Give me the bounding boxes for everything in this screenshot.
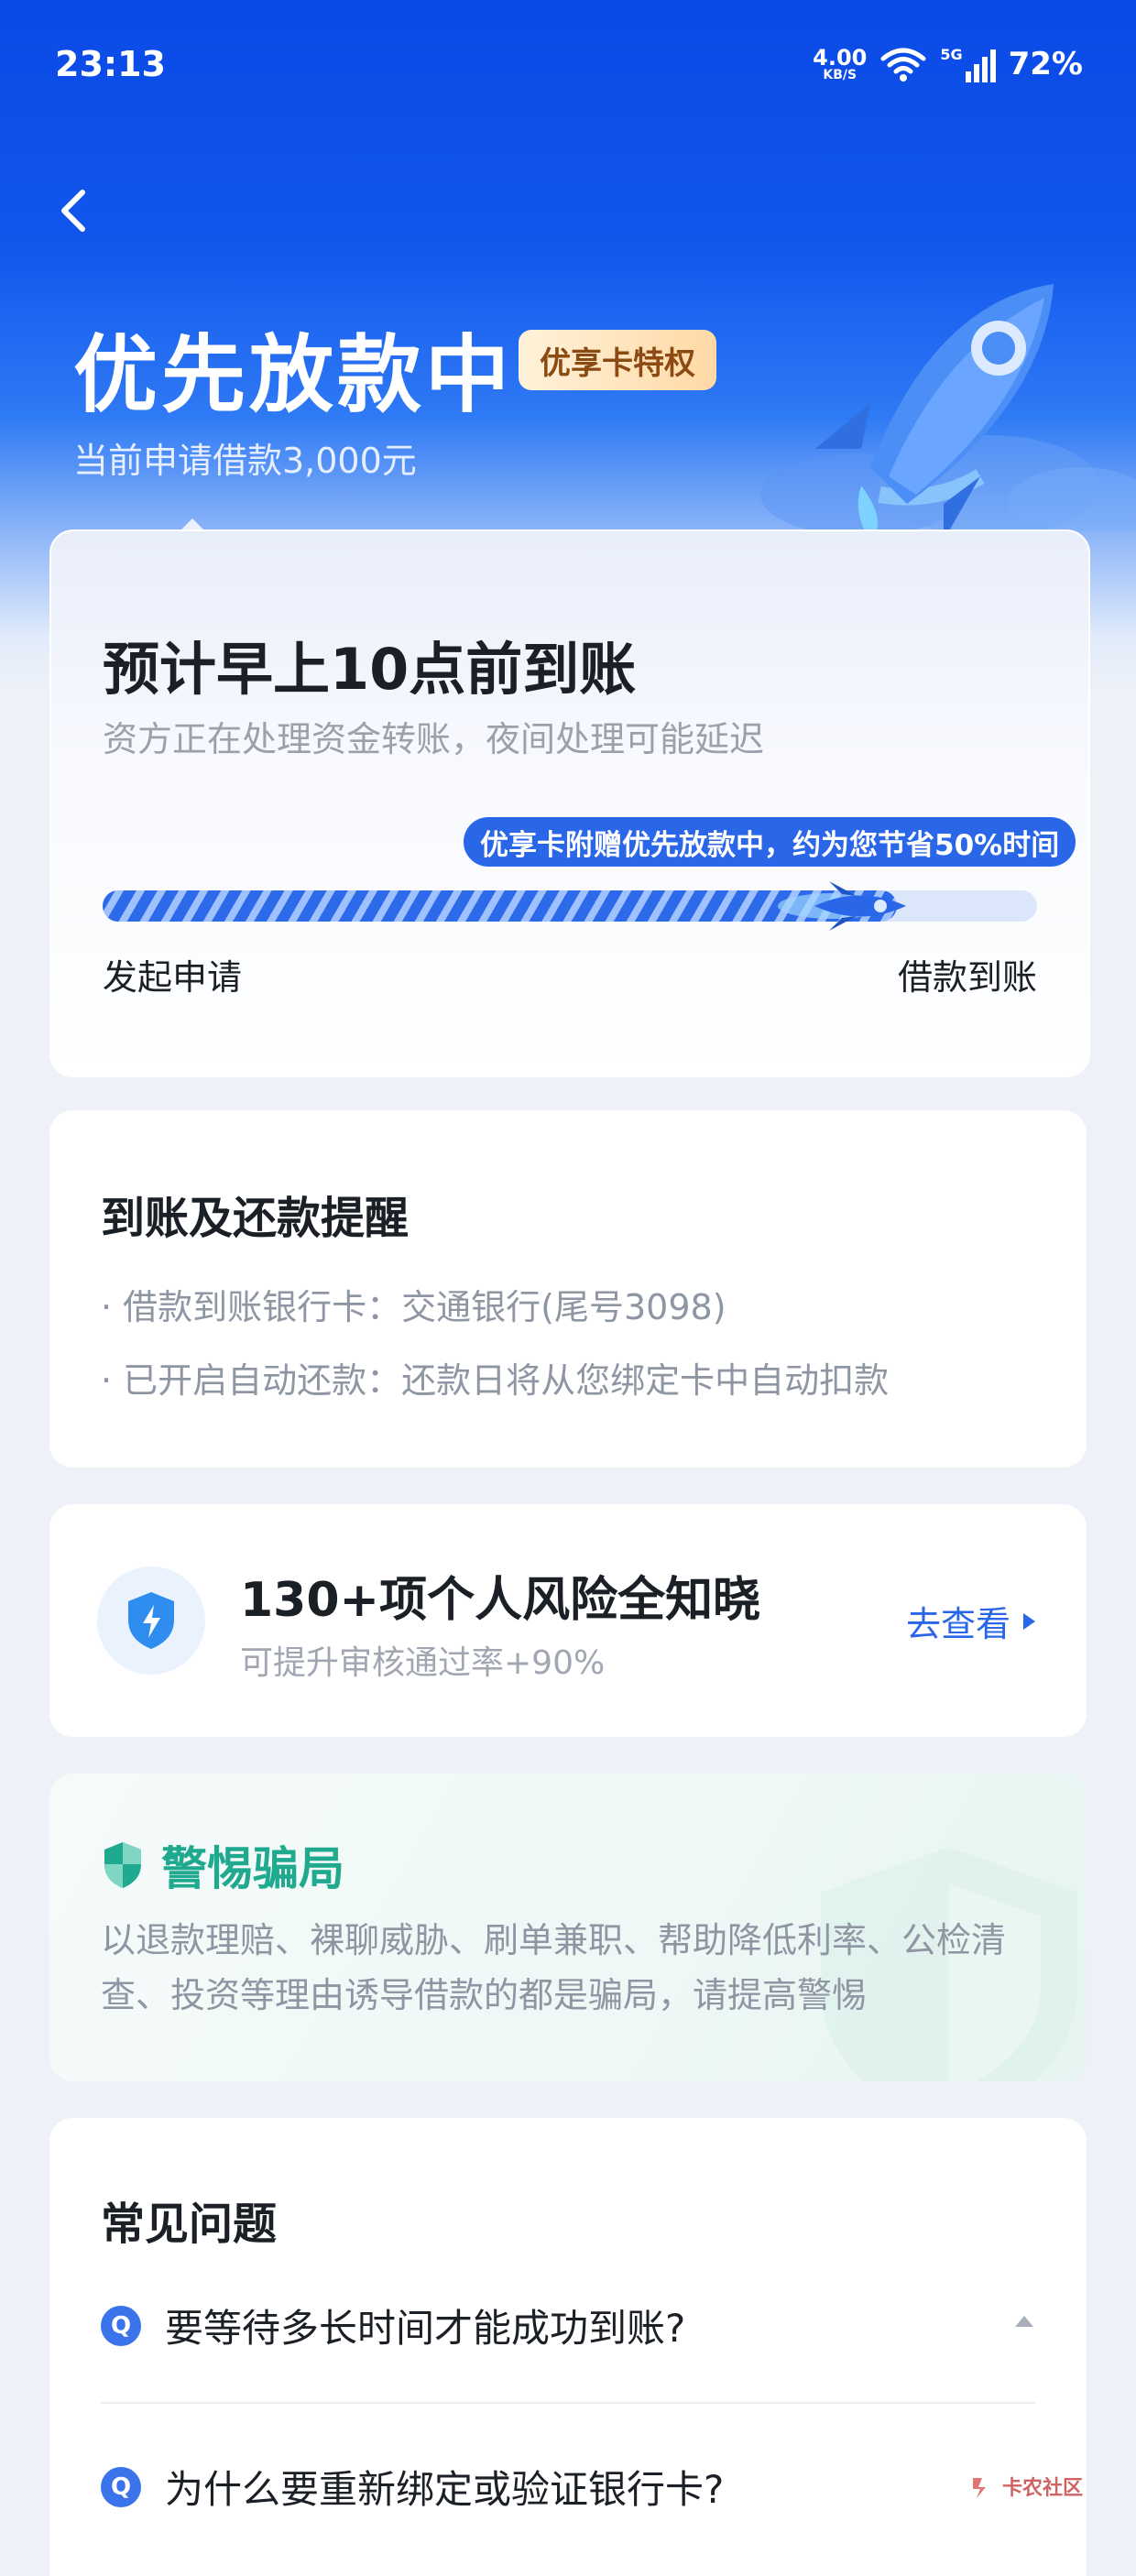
watermark-logo-icon [973, 2478, 986, 2498]
scam-warning-text: 以退款理赔、裸聊威胁、刷单兼职、帮助降低利率、公检清查、投资等理由诱导借款的都是… [101, 1920, 1007, 2015]
page-title: 优先放款中 [73, 326, 514, 424]
risk-icon-container [97, 1566, 205, 1675]
faq-question: 为什么要重新绑定或验证银行卡? [165, 2467, 725, 2512]
risk-check-card[interactable]: 130+项个人风险全知晓 可提升审核通过率+90% 去查看 [49, 1504, 1087, 1737]
reminder-title: 到账及还款提醒 [101, 1193, 410, 1244]
scam-warning-card: 警惕骗局 以退款理赔、裸聊威胁、刷单兼职、帮助降低利率、公检清查、投资等理由诱导… [49, 1774, 1087, 2081]
reminder-bank-card-item: · 借款到账银行卡：交通银行(尾号3098) [101, 1287, 726, 1327]
reminder-auto-repay-item: · 已开启自动还款：还款日将从您绑定卡中自动扣款 [101, 1360, 890, 1401]
faq-item[interactable]: Q 为什么要重新绑定或验证银行卡? [101, 2459, 724, 2515]
play-arrow-icon [1023, 1612, 1035, 1630]
arrival-repayment-reminder-card: 到账及还款提醒 · 借款到账银行卡：交通银行(尾号3098) · 已开启自动还款… [49, 1110, 1087, 1468]
network-speed-value: 4.00 [813, 45, 868, 71]
status-icons: 4.00 KB/S 5G 72% [813, 44, 1083, 84]
rocket-illustration [815, 284, 1054, 540]
priority-tip-bubble: 优享卡附赠优先放款中，约为您节省50%时间 [464, 817, 1076, 867]
battery-percent: 72% [1008, 46, 1083, 82]
faq-question: 要等待多长时间才能成功到账? [165, 2306, 686, 2351]
community-watermark: 卡农社区 [969, 2466, 1088, 2506]
signal-label: 5G [940, 46, 963, 63]
privilege-badge: 优享卡特权 [519, 330, 716, 390]
caret-up-icon[interactable] [1015, 2316, 1033, 2327]
chevron-left-icon[interactable] [48, 183, 103, 238]
cellular-signal-icon: 5G [940, 46, 996, 82]
risk-check-title: 130+项个人风险全知晓 [240, 1573, 761, 1628]
arrival-estimate-description: 资方正在处理资金转账，夜间处理可能延迟 [103, 719, 765, 759]
watermark-text: 卡农社区 [1002, 2477, 1084, 2500]
network-speed: 4.00 KB/S [813, 47, 867, 82]
question-badge: Q [101, 2466, 141, 2507]
scam-warning-title: 警惕骗局 [161, 1842, 344, 1895]
status-time: 23:13 [55, 44, 166, 84]
rocket-progress-icon [778, 881, 906, 931]
progress-end-label: 借款到账 [897, 957, 1037, 998]
status-bar: 23:13 4.00 KB/S 5G 72% [0, 0, 1136, 128]
wifi-icon [880, 48, 926, 82]
divider [101, 2402, 1035, 2404]
arrival-estimate-title: 预计早上10点前到账 [103, 636, 637, 703]
faq-card: 常见问题 Q 要等待多长时间才能成功到账? Q 为什么要重新绑定或验证银行卡? [49, 2118, 1087, 2576]
view-risk-label: 去查看 [905, 1604, 1010, 1644]
shield-icon [104, 1842, 141, 1888]
faq-item[interactable]: Q 要等待多长时间才能成功到账? [101, 2298, 685, 2353]
faq-title: 常见问题 [101, 2199, 278, 2250]
arrival-estimate-card: 预计早上10点前到账 资方正在处理资金转账，夜间处理可能延迟 优享卡附赠优先放款… [49, 529, 1090, 1077]
risk-check-description: 可提升审核通过率+90% [240, 1644, 606, 1682]
question-badge: Q [101, 2305, 141, 2346]
network-speed-unit: KB/S [823, 68, 857, 82]
progress-start-label: 发起申请 [103, 957, 243, 998]
shield-lightning-icon [128, 1592, 174, 1649]
loan-amount-subtitle: 当前申请借款3,000元 [73, 441, 417, 481]
scam-warning-header: 警惕骗局 [101, 1832, 344, 1898]
view-risk-button[interactable]: 去查看 [906, 1596, 1035, 1646]
